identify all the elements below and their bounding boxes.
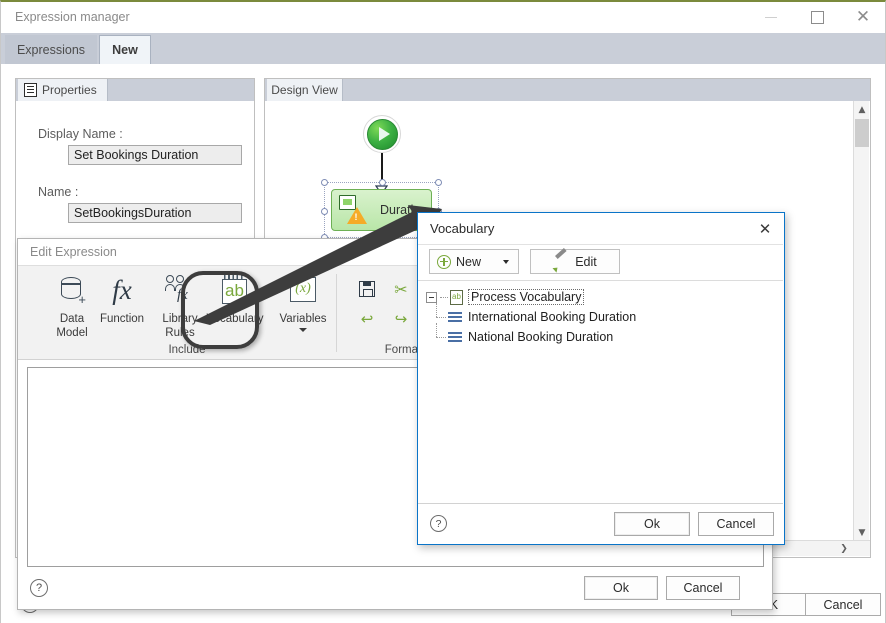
edit-expression-ok-button[interactable]: Ok <box>584 576 658 600</box>
design-view-label: Design View <box>271 83 337 97</box>
tree-item-international-booking-duration[interactable]: International Booking Duration <box>418 307 783 327</box>
maximize-button[interactable] <box>794 2 840 33</box>
help-icon[interactable]: ? <box>430 515 447 532</box>
edit-expression-cancel-button[interactable]: Cancel <box>666 576 740 600</box>
caret-down-icon[interactable] <box>299 328 307 332</box>
title-bar: Expression manager ✕ <box>1 2 885 33</box>
ribbon-group-include: + Data Model fx Function fx Library Rule… <box>42 266 332 359</box>
tab-properties[interactable]: Properties <box>18 79 108 101</box>
name-label: Name : <box>38 185 78 199</box>
close-icon[interactable]: ✕ <box>755 219 775 239</box>
minimize-icon <box>765 17 777 18</box>
chevron-up-icon[interactable]: ▲ <box>854 101 870 118</box>
warning-icon <box>347 207 367 224</box>
chevron-right-icon[interactable]: ❯ <box>836 541 852 557</box>
cut-icon[interactable]: ✂ <box>390 278 412 300</box>
resize-handle[interactable] <box>321 208 328 215</box>
vocabulary-footer: ? Ok Cancel <box>418 504 783 544</box>
vocabulary-dialog-title: Vocabulary <box>430 221 494 236</box>
variables-icon: (x) <box>288 272 318 308</box>
tab-expressions-label: Expressions <box>17 43 85 57</box>
tree-connector <box>436 323 437 337</box>
library-rules-icon: fx <box>165 272 195 308</box>
vocabulary-tree[interactable]: Process Vocabulary International Booking… <box>418 281 783 504</box>
vocabulary-toolbar: New Edit <box>418 245 783 281</box>
vocabulary-ok-button[interactable]: Ok <box>614 512 690 536</box>
list-icon <box>448 312 462 323</box>
ribbon-vocabulary-label: Vocabulary <box>207 313 264 325</box>
tree-item-national-booking-duration[interactable]: National Booking Duration <box>418 327 783 347</box>
ribbon-button-variables[interactable]: (x) Variables <box>270 272 336 342</box>
ribbon-function-label: Function <box>100 313 144 325</box>
help-icon[interactable]: ? <box>30 579 48 597</box>
tree-connector <box>436 303 437 317</box>
tree-root-label: Process Vocabulary <box>468 289 584 305</box>
tab-strip: Expressions New <box>1 33 885 64</box>
resize-handle[interactable] <box>379 179 386 186</box>
tree-connector <box>436 317 446 318</box>
tab-new[interactable]: New <box>99 35 151 64</box>
tab-expressions[interactable]: Expressions <box>5 35 97 64</box>
tree-child-label: International Booking Duration <box>468 310 636 324</box>
scrollbar-thumb[interactable] <box>855 119 869 147</box>
plus-circle-icon <box>437 255 451 269</box>
properties-icon <box>24 83 37 97</box>
main-cancel-button[interactable]: Cancel <box>805 593 881 616</box>
ribbon-variables-label: Variables <box>279 313 326 325</box>
vocabulary-dialog: Vocabulary ✕ New Edit Process Vocabulary… <box>417 212 785 545</box>
ribbon-data-model-label-2: Model <box>56 327 87 339</box>
properties-panel-header: Properties <box>16 79 254 101</box>
redo-icon[interactable]: ↪ <box>390 308 412 330</box>
name-input[interactable]: SetBookingsDuration <box>68 203 242 223</box>
display-name-label: Display Name : <box>38 127 123 141</box>
edit-expression-footer: ? Ok Cancel <box>18 567 772 609</box>
properties-header-label: Properties <box>42 83 97 97</box>
ribbon-library-label-2: Rules <box>165 327 194 339</box>
minimize-button[interactable] <box>748 2 794 33</box>
display-name-input[interactable]: Set Bookings Duration <box>68 145 242 165</box>
ribbon-button-function[interactable]: fx Function <box>92 272 152 342</box>
start-node[interactable] <box>363 115 401 153</box>
ribbon-data-model-label-1: Data <box>60 313 84 325</box>
chevron-down-icon[interactable]: ▼ <box>854 524 870 541</box>
vocabulary-file-icon <box>450 290 463 305</box>
tab-design-view[interactable]: Design View <box>267 79 343 101</box>
edit-button-label: Edit <box>575 255 597 269</box>
tree-child-label: National Booking Duration <box>468 330 613 344</box>
tree-connector <box>440 297 448 298</box>
ribbon-library-label-1: Library <box>162 313 197 325</box>
ribbon-separator <box>336 274 337 352</box>
design-view-vertical-scrollbar[interactable]: ▲ ▼ <box>853 101 869 541</box>
tab-new-label: New <box>112 43 138 57</box>
vocabulary-cancel-button[interactable]: Cancel <box>698 512 774 536</box>
ribbon-button-vocabulary[interactable]: ab Vocabulary <box>197 272 273 342</box>
save-icon[interactable] <box>356 278 378 300</box>
collapse-icon[interactable] <box>426 292 437 303</box>
new-button-label: New <box>456 255 481 269</box>
tree-connector <box>436 337 446 338</box>
maximize-icon <box>811 11 824 24</box>
close-icon: ✕ <box>856 9 870 26</box>
close-button[interactable]: ✕ <box>840 2 886 33</box>
list-icon <box>448 332 462 343</box>
resize-handle[interactable] <box>321 179 328 186</box>
ribbon-group-include-caption: Include <box>42 344 332 356</box>
edit-expression-title: Edit Expression <box>30 245 117 259</box>
vocabulary-title-bar: Vocabulary ✕ <box>418 213 783 245</box>
edit-vocabulary-button[interactable]: Edit <box>530 249 620 274</box>
play-icon <box>367 119 398 150</box>
pencil-icon <box>553 254 568 269</box>
data-model-icon: + <box>59 272 85 308</box>
vocabulary-icon: ab <box>221 272 249 308</box>
design-view-header: Design View <box>265 79 870 101</box>
window-title: Expression manager <box>15 10 130 24</box>
new-vocabulary-button[interactable]: New <box>429 249 519 274</box>
tree-item-process-vocabulary[interactable]: Process Vocabulary <box>418 287 783 307</box>
undo-icon[interactable]: ↩ <box>356 308 378 330</box>
function-fx-icon: fx <box>112 272 132 308</box>
caret-down-icon[interactable] <box>503 260 509 264</box>
resize-handle[interactable] <box>435 179 442 186</box>
